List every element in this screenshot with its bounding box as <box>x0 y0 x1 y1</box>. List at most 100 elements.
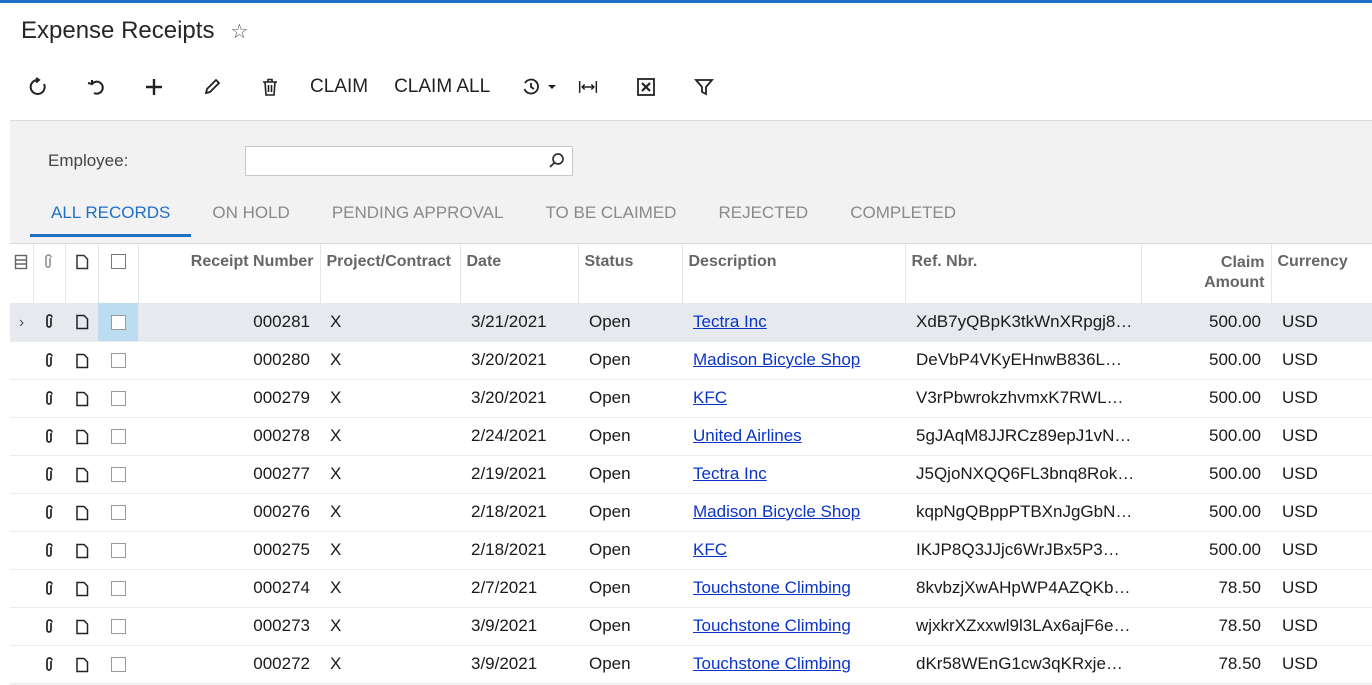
col-description[interactable]: Description <box>682 244 906 303</box>
receipt-number-cell[interactable]: 000277 <box>138 455 320 494</box>
receipt-number-cell[interactable]: 000279 <box>138 379 320 418</box>
claim-amount-cell[interactable]: 500.00 <box>1141 379 1271 418</box>
paperclip-icon[interactable] <box>43 504 55 521</box>
col-receipt-number[interactable]: Receipt Number <box>138 244 321 303</box>
tab-rejected[interactable]: REJECTED <box>697 197 829 237</box>
ref-nbr-cell[interactable]: V3rPbwrokzhvmxK7RWL… <box>905 379 1141 418</box>
currency-cell[interactable]: USD <box>1271 303 1372 342</box>
paperclip-icon[interactable] <box>43 390 55 407</box>
description-link[interactable]: Tectra Inc <box>693 464 767 483</box>
project-contract-cell[interactable]: X <box>320 417 460 456</box>
ref-nbr-cell[interactable]: kqpNgQBppPTBXnJgGbN… <box>905 493 1141 532</box>
row-checkbox[interactable] <box>110 314 126 330</box>
row-checkbox[interactable] <box>110 429 126 445</box>
table-row[interactable]: 000276 X 2/18/2021 Open Madison Bicycle Shop… <box>10 493 1372 532</box>
description-link[interactable]: KFC <box>693 388 727 407</box>
favorite-star-icon[interactable]: ☆ <box>230 19 248 44</box>
row-selector[interactable] <box>10 379 33 418</box>
row-attachment-cell[interactable] <box>33 455 65 494</box>
date-cell[interactable]: 3/20/2021 <box>460 341 578 380</box>
description-cell[interactable]: Madison Bicycle Shop <box>682 341 905 380</box>
row-checkbox[interactable] <box>110 581 126 597</box>
row-checkbox-cell[interactable] <box>98 607 138 646</box>
date-cell[interactable]: 3/9/2021 <box>460 645 578 684</box>
description-cell[interactable]: United Airlines <box>682 417 905 456</box>
description-link[interactable]: Touchstone Climbing <box>693 616 851 635</box>
row-attachment-cell[interactable] <box>33 417 65 456</box>
status-cell[interactable]: Open <box>578 493 682 532</box>
status-cell[interactable]: Open <box>578 303 682 342</box>
description-cell[interactable]: Madison Bicycle Shop <box>682 493 905 532</box>
claim-amount-cell[interactable]: 500.00 <box>1141 303 1271 342</box>
tab-on-hold[interactable]: ON HOLD <box>191 197 310 237</box>
project-contract-cell[interactable]: X <box>320 455 460 494</box>
row-selector[interactable]: › <box>10 303 33 342</box>
receipt-number-cell[interactable]: 000273 <box>138 607 320 646</box>
history-dropdown-button[interactable] <box>514 70 564 104</box>
col-project-contract[interactable]: Project/Contract <box>320 244 461 303</box>
currency-cell[interactable]: USD <box>1271 417 1372 456</box>
table-row[interactable]: 000280 X 3/20/2021 Open Madison Bicycle Shop… <box>10 341 1372 380</box>
row-attachment-cell[interactable] <box>33 607 65 646</box>
status-cell[interactable]: Open <box>578 455 682 494</box>
project-contract-cell[interactable]: X <box>320 607 460 646</box>
table-row[interactable]: 000272 X 3/9/2021 Open Touchstone Climbing dK… <box>10 645 1372 684</box>
row-checkbox[interactable] <box>110 619 126 635</box>
description-link[interactable]: Touchstone Climbing <box>693 578 851 597</box>
description-cell[interactable]: KFC <box>682 379 905 418</box>
date-cell[interactable]: 2/24/2021 <box>460 417 578 456</box>
row-checkbox-cell[interactable] <box>98 645 138 684</box>
ref-nbr-cell[interactable]: 8kvbzjXwAHpWP4AZQKb… <box>905 569 1141 608</box>
receipt-number-cell[interactable]: 000274 <box>138 569 320 608</box>
select-all-checkbox[interactable] <box>110 254 126 270</box>
row-selector[interactable] <box>10 493 33 532</box>
document-icon[interactable] <box>75 429 89 445</box>
ref-nbr-cell[interactable]: DeVbP4VKyEHnwB836L… <box>905 341 1141 380</box>
claim-amount-cell[interactable]: 500.00 <box>1141 531 1271 570</box>
row-document-cell[interactable] <box>65 607 98 646</box>
tab-all-records[interactable]: ALL RECORDS <box>30 197 192 237</box>
paperclip-icon[interactable] <box>43 314 55 330</box>
row-document-cell[interactable] <box>65 417 98 456</box>
project-contract-cell[interactable]: X <box>320 303 460 342</box>
claim-amount-cell[interactable]: 500.00 <box>1141 455 1271 494</box>
paperclip-icon[interactable] <box>43 428 55 445</box>
description-cell[interactable]: Tectra Inc <box>682 303 905 342</box>
ref-nbr-cell[interactable]: IKJP8Q3JJjc6WrJBx5P3… <box>905 531 1141 570</box>
description-cell[interactable]: KFC <box>682 531 905 570</box>
project-contract-cell[interactable]: X <box>320 341 460 380</box>
ref-nbr-cell[interactable]: dKr58WEnG1cw3qKRxje… <box>905 645 1141 684</box>
row-document-cell[interactable] <box>65 379 98 418</box>
tab-pending-approval[interactable]: PENDING APPROVAL <box>311 197 525 237</box>
currency-cell[interactable]: USD <box>1271 379 1372 418</box>
row-document-cell[interactable] <box>65 645 98 684</box>
col-status[interactable]: Status <box>578 244 683 303</box>
row-selector[interactable] <box>10 607 33 646</box>
document-icon[interactable] <box>75 353 89 369</box>
project-contract-cell[interactable]: X <box>320 531 460 570</box>
row-checkbox-cell[interactable] <box>98 569 138 608</box>
claim-amount-cell[interactable]: 78.50 <box>1141 607 1271 646</box>
undo-icon[interactable] <box>78 70 114 104</box>
tab-to-be-claimed[interactable]: TO BE CLAIMED <box>524 197 697 237</box>
document-icon[interactable] <box>75 543 89 559</box>
status-cell[interactable]: Open <box>578 341 682 380</box>
row-checkbox-cell[interactable] <box>98 455 138 494</box>
description-cell[interactable]: Touchstone Climbing <box>682 645 905 684</box>
table-row[interactable]: › 000281 X 3/21/2021 Open Tectra Inc XdB7yQBpK… <box>10 303 1372 342</box>
receipt-number-cell[interactable]: 000275 <box>138 531 320 570</box>
description-link[interactable]: Madison Bicycle Shop <box>693 350 860 369</box>
description-link[interactable]: United Airlines <box>693 426 802 445</box>
row-checkbox-cell[interactable] <box>98 341 138 380</box>
row-document-cell[interactable] <box>65 569 98 608</box>
project-contract-cell[interactable]: X <box>320 569 460 608</box>
currency-cell[interactable]: USD <box>1271 341 1372 380</box>
claim-all-button[interactable]: CLAIM ALL <box>384 70 500 104</box>
document-icon[interactable] <box>75 657 89 673</box>
date-cell[interactable]: 2/7/2021 <box>460 569 578 608</box>
row-checkbox[interactable] <box>110 657 126 673</box>
currency-cell[interactable]: USD <box>1271 531 1372 570</box>
row-document-cell[interactable] <box>65 341 98 380</box>
row-document-cell[interactable] <box>65 531 98 570</box>
tab-completed[interactable]: COMPLETED <box>829 197 977 237</box>
